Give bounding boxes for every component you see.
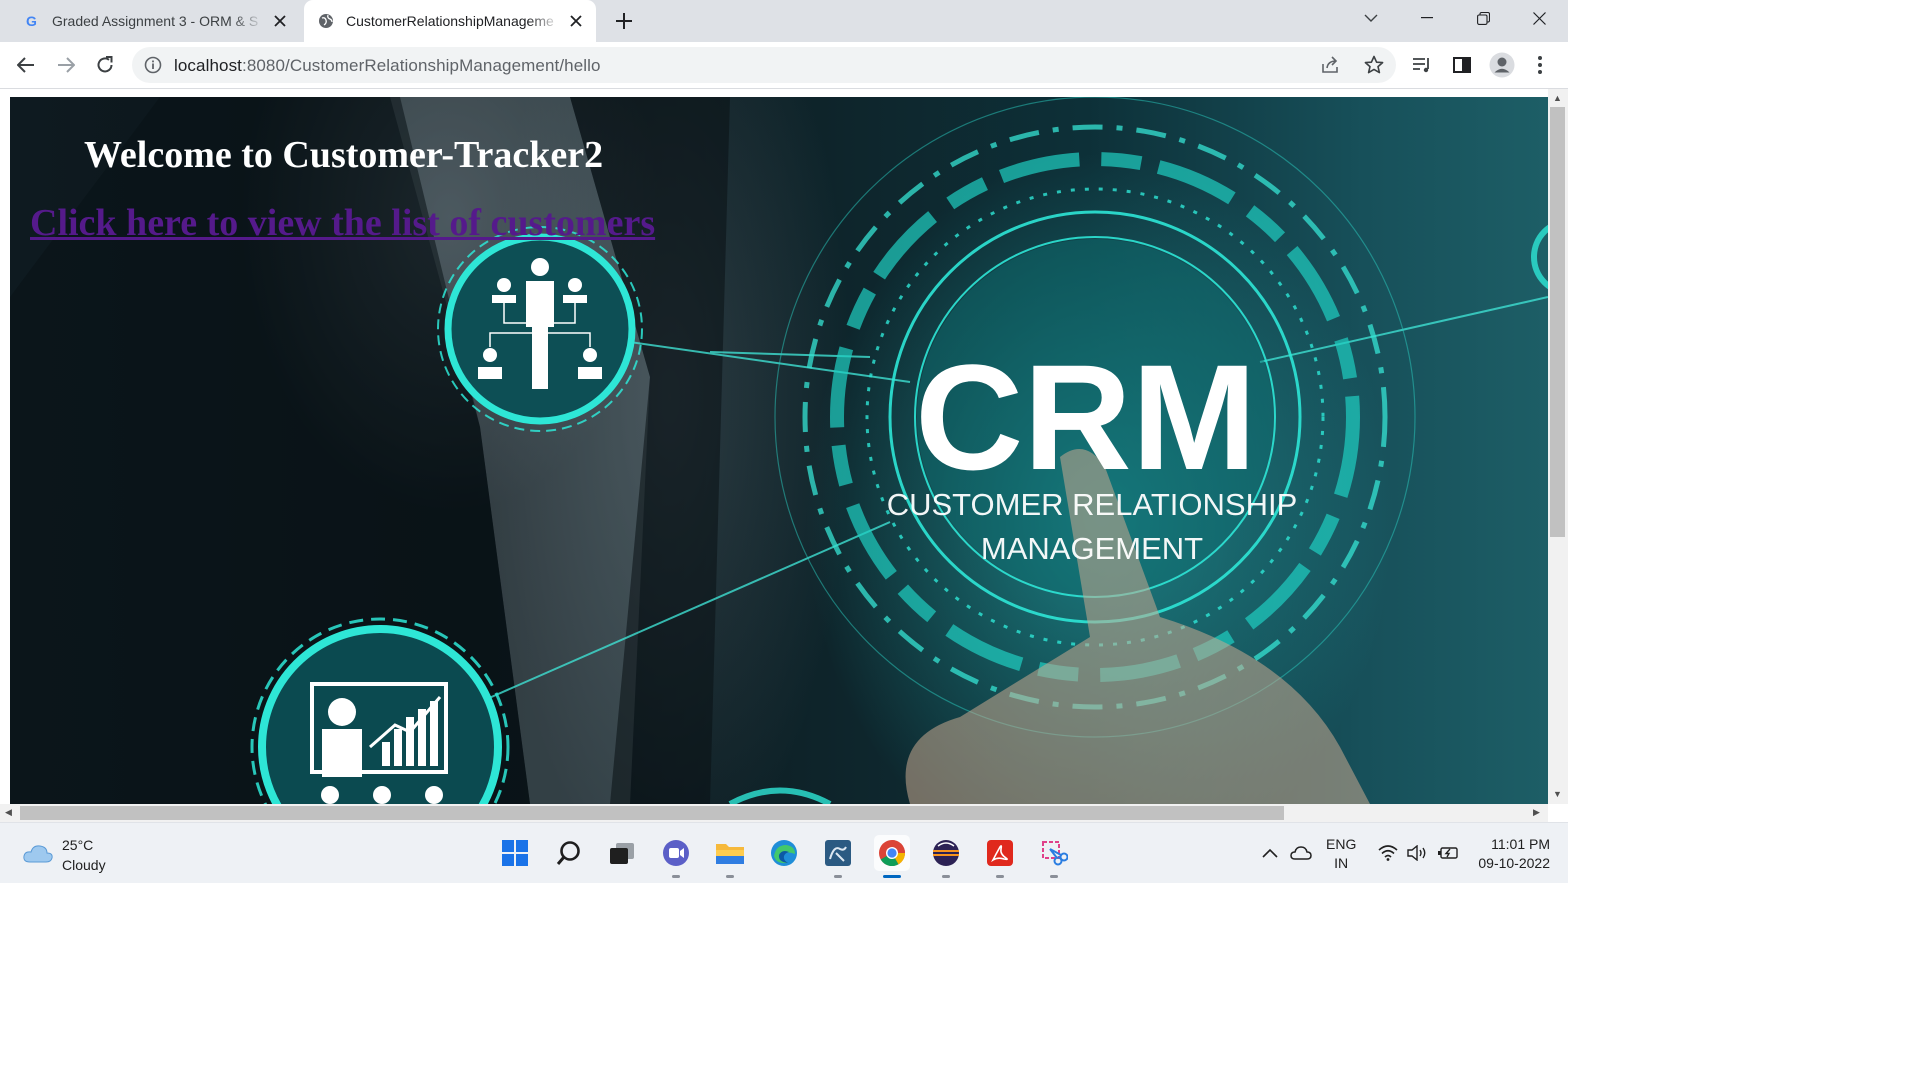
acrobat-icon[interactable] — [982, 835, 1018, 878]
vertical-scroll-thumb[interactable] — [1550, 107, 1565, 537]
close-window-button[interactable] — [1511, 0, 1567, 36]
share-icon[interactable] — [1320, 55, 1340, 80]
new-tab-button[interactable] — [612, 9, 636, 33]
globe-icon — [318, 13, 334, 29]
scroll-down-arrow-icon[interactable]: ▼ — [1553, 789, 1562, 799]
cloud-icon — [22, 842, 54, 869]
running-indicator — [726, 875, 734, 878]
scroll-up-arrow-icon[interactable]: ▲ — [1553, 93, 1562, 103]
wifi-icon[interactable] — [1378, 823, 1398, 883]
url-text: localhost:8080/CustomerRelationshipManag… — [174, 56, 601, 75]
running-indicator — [834, 875, 842, 878]
tab-search-chevron-down-icon[interactable] — [1343, 0, 1399, 36]
site-info-icon[interactable] — [144, 56, 162, 74]
reading-list-icon[interactable] — [1406, 49, 1438, 81]
system-clock[interactable]: 11:01 PM 09-10-2022 — [1470, 835, 1550, 873]
minimize-button[interactable] — [1399, 0, 1455, 36]
running-indicator — [942, 875, 950, 878]
customer-list-link[interactable]: Click here to view the list of customers — [30, 201, 655, 245]
lang-line2: IN — [1334, 855, 1349, 871]
weather-condition: Cloudy — [62, 857, 106, 873]
page-viewport: CRM CUSTOMER RELATIONSHIP MANAGEMENT Wel… — [0, 89, 1548, 804]
tab-title: CustomerRelationshipManageme — [346, 13, 554, 29]
mysql-workbench-icon[interactable] — [820, 835, 856, 878]
clock-date: 09-10-2022 — [1478, 855, 1550, 871]
file-explorer-icon[interactable] — [712, 835, 748, 878]
weather-widget[interactable]: 25°C Cloudy — [22, 835, 106, 875]
profile-avatar[interactable] — [1486, 49, 1518, 81]
battery-charging-icon[interactable] — [1437, 823, 1459, 883]
scroll-left-arrow-icon[interactable]: ◀ — [5, 807, 12, 818]
crm-logo-text: CRM — [915, 333, 1257, 501]
crm-subtitle-line1: CUSTOMER RELATIONSHIP — [887, 487, 1298, 522]
lang-line1: ENG — [1326, 836, 1357, 852]
close-icon[interactable] — [270, 11, 290, 31]
volume-icon[interactable] — [1407, 823, 1429, 883]
tab-crm[interactable]: CustomerRelationshipManageme — [304, 0, 596, 42]
bookmark-star-icon[interactable] — [1364, 55, 1384, 80]
teams-chat-icon[interactable] — [658, 835, 694, 878]
tab-strip: G Graded Assignment 3 - ORM & S Customer… — [0, 0, 1568, 42]
crm-subtitle-line2: MANAGEMENT — [981, 531, 1203, 566]
side-panel-icon[interactable] — [1446, 49, 1478, 81]
tab-graded-assignment[interactable]: G Graded Assignment 3 - ORM & S — [10, 0, 300, 42]
horizontal-scroll-thumb[interactable] — [20, 806, 1284, 820]
eclipse-icon[interactable] — [928, 835, 964, 878]
search-icon[interactable] — [551, 835, 587, 871]
forward-button[interactable] — [50, 49, 82, 81]
running-indicator — [883, 875, 901, 878]
back-button[interactable] — [10, 49, 42, 81]
horizontal-scrollbar[interactable]: ◀ ▶ — [0, 804, 1548, 822]
start-icon[interactable] — [497, 835, 533, 871]
reload-button[interactable] — [89, 49, 121, 81]
chrome-icon[interactable] — [874, 835, 910, 878]
windows-taskbar: 25°C Cloudy ENG IN 11:01 PM 09-10-2022 — [0, 822, 1568, 883]
snipping-tool-icon[interactable] — [1036, 835, 1072, 878]
running-indicator — [1050, 875, 1058, 878]
onedrive-cloud-icon[interactable] — [1290, 823, 1312, 883]
tab-title: Graded Assignment 3 - ORM & S — [52, 13, 259, 29]
scroll-right-arrow-icon[interactable]: ▶ — [1533, 807, 1540, 818]
menu-dots-icon[interactable] — [1524, 49, 1556, 81]
browser-toolbar: localhost:8080/CustomerRelationshipManag… — [0, 42, 1568, 89]
google-g-icon: G — [24, 13, 40, 29]
restore-button[interactable] — [1455, 0, 1511, 36]
input-language[interactable]: ENG IN — [1326, 835, 1356, 873]
address-bar[interactable]: localhost:8080/CustomerRelationshipManag… — [132, 47, 1396, 83]
crm-hero-image: CRM CUSTOMER RELATIONSHIP MANAGEMENT Wel… — [10, 97, 1548, 804]
weather-temp: 25°C — [62, 837, 94, 853]
close-icon[interactable] — [566, 11, 586, 31]
page-title: Welcome to Customer-Tracker2 — [84, 134, 604, 176]
show-hidden-icons-chevron-up-icon[interactable] — [1262, 823, 1278, 883]
clock-time: 11:01 PM — [1491, 836, 1550, 852]
vertical-scrollbar[interactable]: ▲ ▼ — [1548, 89, 1568, 804]
svg-text:G: G — [26, 13, 37, 29]
task-view-icon[interactable] — [604, 835, 640, 871]
edge-icon[interactable] — [766, 835, 802, 871]
running-indicator — [996, 875, 1004, 878]
running-indicator — [672, 875, 680, 878]
